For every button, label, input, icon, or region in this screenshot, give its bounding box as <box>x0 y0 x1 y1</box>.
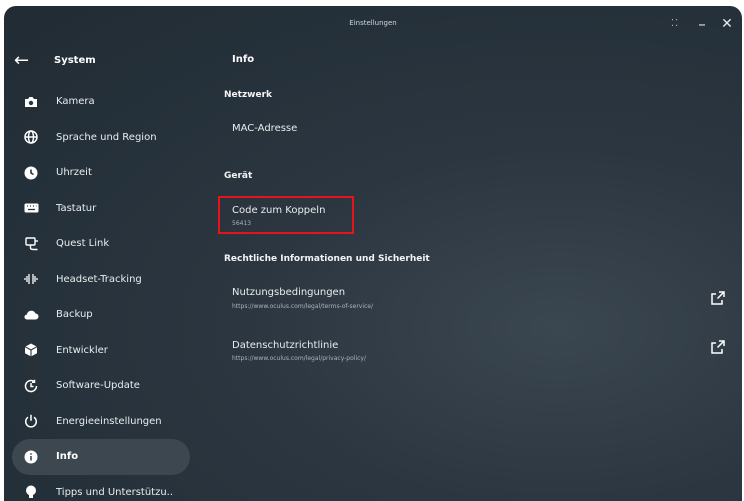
sidebar-item-label: Tipps und Unterstützu.. <box>56 486 174 498</box>
sidebar-item-label: Info <box>56 451 79 463</box>
globe-icon <box>20 128 42 146</box>
sidebar-item-software-update[interactable]: Software-Update <box>12 368 190 404</box>
section-heading-device: Gerät <box>224 171 253 181</box>
pairing-code-label: Code zum Koppeln <box>232 205 326 216</box>
sidebar-item-label: Quest Link <box>56 238 110 250</box>
sidebar-item-headset-tracking[interactable]: Headset-Tracking <box>12 262 190 298</box>
keyboard-icon <box>20 199 42 217</box>
developer-cube-icon <box>20 341 42 359</box>
sidebar-item-label: Sprache und Region <box>56 131 157 143</box>
sidebar-item-label: Uhrzeit <box>56 167 92 179</box>
settings-window: Einstellungen ⁚⁚ – ✕ ← System Kamera Spr… <box>4 6 742 501</box>
sidebar-item-energieeinstellungen[interactable]: Energieeinstellungen <box>12 404 190 440</box>
terms-url: https://www.oculus.com/legal/terms-of-se… <box>232 303 374 310</box>
external-link-icon[interactable] <box>710 290 726 306</box>
sidebar-item-label: Entwickler <box>56 344 108 356</box>
sidebar-item-label: Backup <box>56 309 93 321</box>
back-arrow-icon[interactable]: ← <box>14 50 38 71</box>
section-heading-network: Netzwerk <box>224 90 273 100</box>
section-heading-legal: Rechtliche Informationen und Sicherheit <box>224 254 430 264</box>
sidebar: ← System Kamera Sprache und Region Uhrze… <box>4 6 200 501</box>
sidebar-title: System <box>54 54 96 66</box>
sidebar-nav: Kamera Sprache und Region Uhrzeit Tastat… <box>12 84 190 501</box>
power-icon <box>20 412 42 430</box>
update-icon <box>20 377 42 395</box>
main-panel: Info Netzwerk MAC-Adresse Gerät Code zum… <box>218 6 738 501</box>
sidebar-item-entwickler[interactable]: Entwickler <box>12 333 190 369</box>
info-icon <box>20 448 42 466</box>
tracking-icon <box>20 270 42 288</box>
sidebar-item-label: Headset-Tracking <box>56 273 142 285</box>
cloud-icon <box>20 306 42 324</box>
sidebar-item-label: Tastatur <box>56 202 97 214</box>
sidebar-item-label: Energieeinstellungen <box>56 415 162 427</box>
sidebar-item-backup[interactable]: Backup <box>12 297 190 333</box>
mac-address-row[interactable]: MAC-Adresse <box>232 123 297 134</box>
sidebar-item-tastatur[interactable]: Tastatur <box>12 191 190 227</box>
clock-icon <box>20 164 42 182</box>
sidebar-item-quest-link[interactable]: Quest Link <box>12 226 190 262</box>
back-row: ← System <box>14 48 96 72</box>
external-link-icon[interactable] <box>710 339 726 355</box>
terms-of-service-link[interactable]: Nutzungsbedingungen <box>232 287 345 298</box>
lightbulb-icon <box>20 483 42 501</box>
sidebar-item-info[interactable]: Info <box>12 439 190 475</box>
sidebar-item-sprache[interactable]: Sprache und Region <box>12 120 190 156</box>
sidebar-item-uhrzeit[interactable]: Uhrzeit <box>12 155 190 191</box>
sidebar-item-kamera[interactable]: Kamera <box>12 84 190 120</box>
privacy-policy-link[interactable]: Datenschutzrichtlinie <box>232 340 338 351</box>
privacy-url: https://www.oculus.com/legal/privacy-pol… <box>232 355 366 362</box>
pairing-code-value: 56413 <box>232 220 252 227</box>
link-cable-icon <box>20 235 42 253</box>
page-title: Info <box>232 54 255 65</box>
camera-icon <box>20 93 42 111</box>
sidebar-item-tipps[interactable]: Tipps und Unterstützu.. <box>12 475 190 501</box>
sidebar-item-label: Kamera <box>56 96 95 108</box>
sidebar-item-label: Software-Update <box>56 380 140 392</box>
